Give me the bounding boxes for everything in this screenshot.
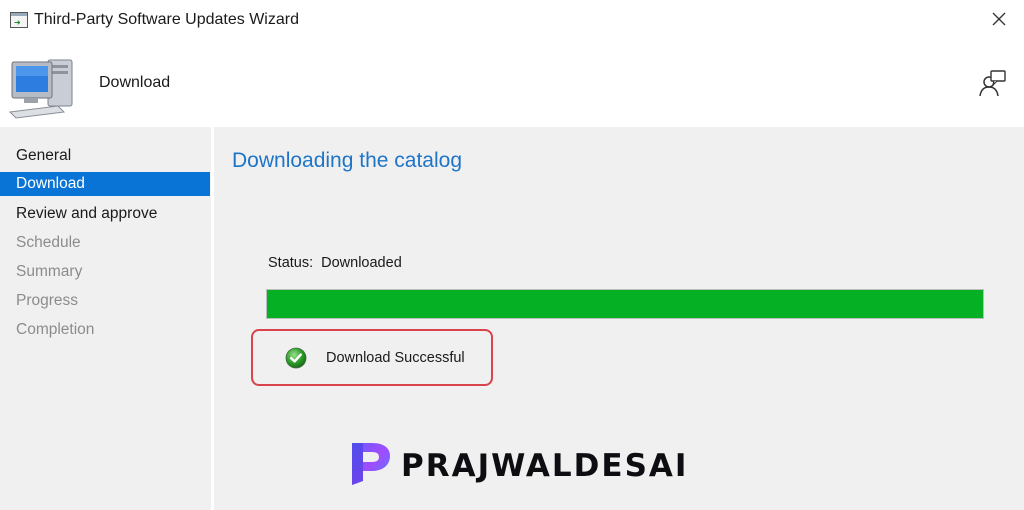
close-icon[interactable] <box>988 8 1010 30</box>
sidebar-item-general[interactable]: General <box>0 144 210 168</box>
section-title: Downloading the catalog <box>232 149 462 172</box>
help-person-icon[interactable] <box>976 68 1008 100</box>
highlight-callout: Download Successful <box>251 329 493 386</box>
result-text: Download Successful <box>326 350 465 366</box>
sidebar-item-completion: Completion <box>16 321 95 338</box>
wizard-window: ➜ Third-Party Software Updates Wizard Do… <box>0 0 1024 510</box>
page-heading: Download <box>99 74 171 91</box>
sidebar-item-schedule: Schedule <box>16 234 81 251</box>
status-label: Status: <box>268 255 314 271</box>
wizard-window-icon: ➜ <box>10 12 28 28</box>
status-row: Status: Downloaded <box>268 255 402 271</box>
title-bar: ➜ Third-Party Software Updates Wizard <box>0 0 1024 42</box>
wizard-header: Download <box>0 42 1024 127</box>
window-title: Third-Party Software Updates Wizard <box>34 11 299 28</box>
brand-text: PRAJWALDESAI <box>401 448 689 484</box>
computer-icon <box>8 59 73 119</box>
download-progress-bar <box>266 289 984 319</box>
sidebar-item-summary: Summary <box>16 263 83 280</box>
wizard-steps-sidebar: General Download Review and approve Sche… <box>0 127 211 510</box>
status-value: Downloaded <box>321 255 402 271</box>
main-content: Downloading the catalog Status: Downloade… <box>214 127 1024 510</box>
sidebar-item-download[interactable]: Download <box>0 172 210 196</box>
check-circle-icon <box>285 347 307 369</box>
sidebar-item-progress: Progress <box>16 292 79 309</box>
sidebar-item-review-and-approve[interactable]: Review and approve <box>0 202 210 226</box>
progress-fill <box>267 290 983 318</box>
prajwaldesai-logo <box>352 443 390 485</box>
